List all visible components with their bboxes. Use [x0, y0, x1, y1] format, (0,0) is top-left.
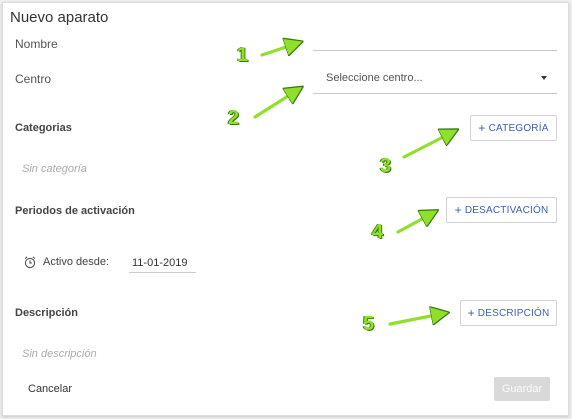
annotation-overlay: [253, 0, 572, 326]
callout-arrow-2: [253, 91, 296, 119]
callout-number-4: 4: [372, 221, 384, 243]
callout-number-1: 1: [237, 44, 249, 66]
callout-arrow-4: [396, 214, 431, 234]
callout-arrow-5: [388, 314, 441, 326]
callout-arrow-3: [402, 133, 451, 159]
callout-number-5: 5: [363, 313, 375, 335]
callout-number-3: 3: [380, 155, 392, 177]
callout-number-2: 2: [228, 107, 240, 129]
callout-arrow-1: [260, 44, 295, 57]
